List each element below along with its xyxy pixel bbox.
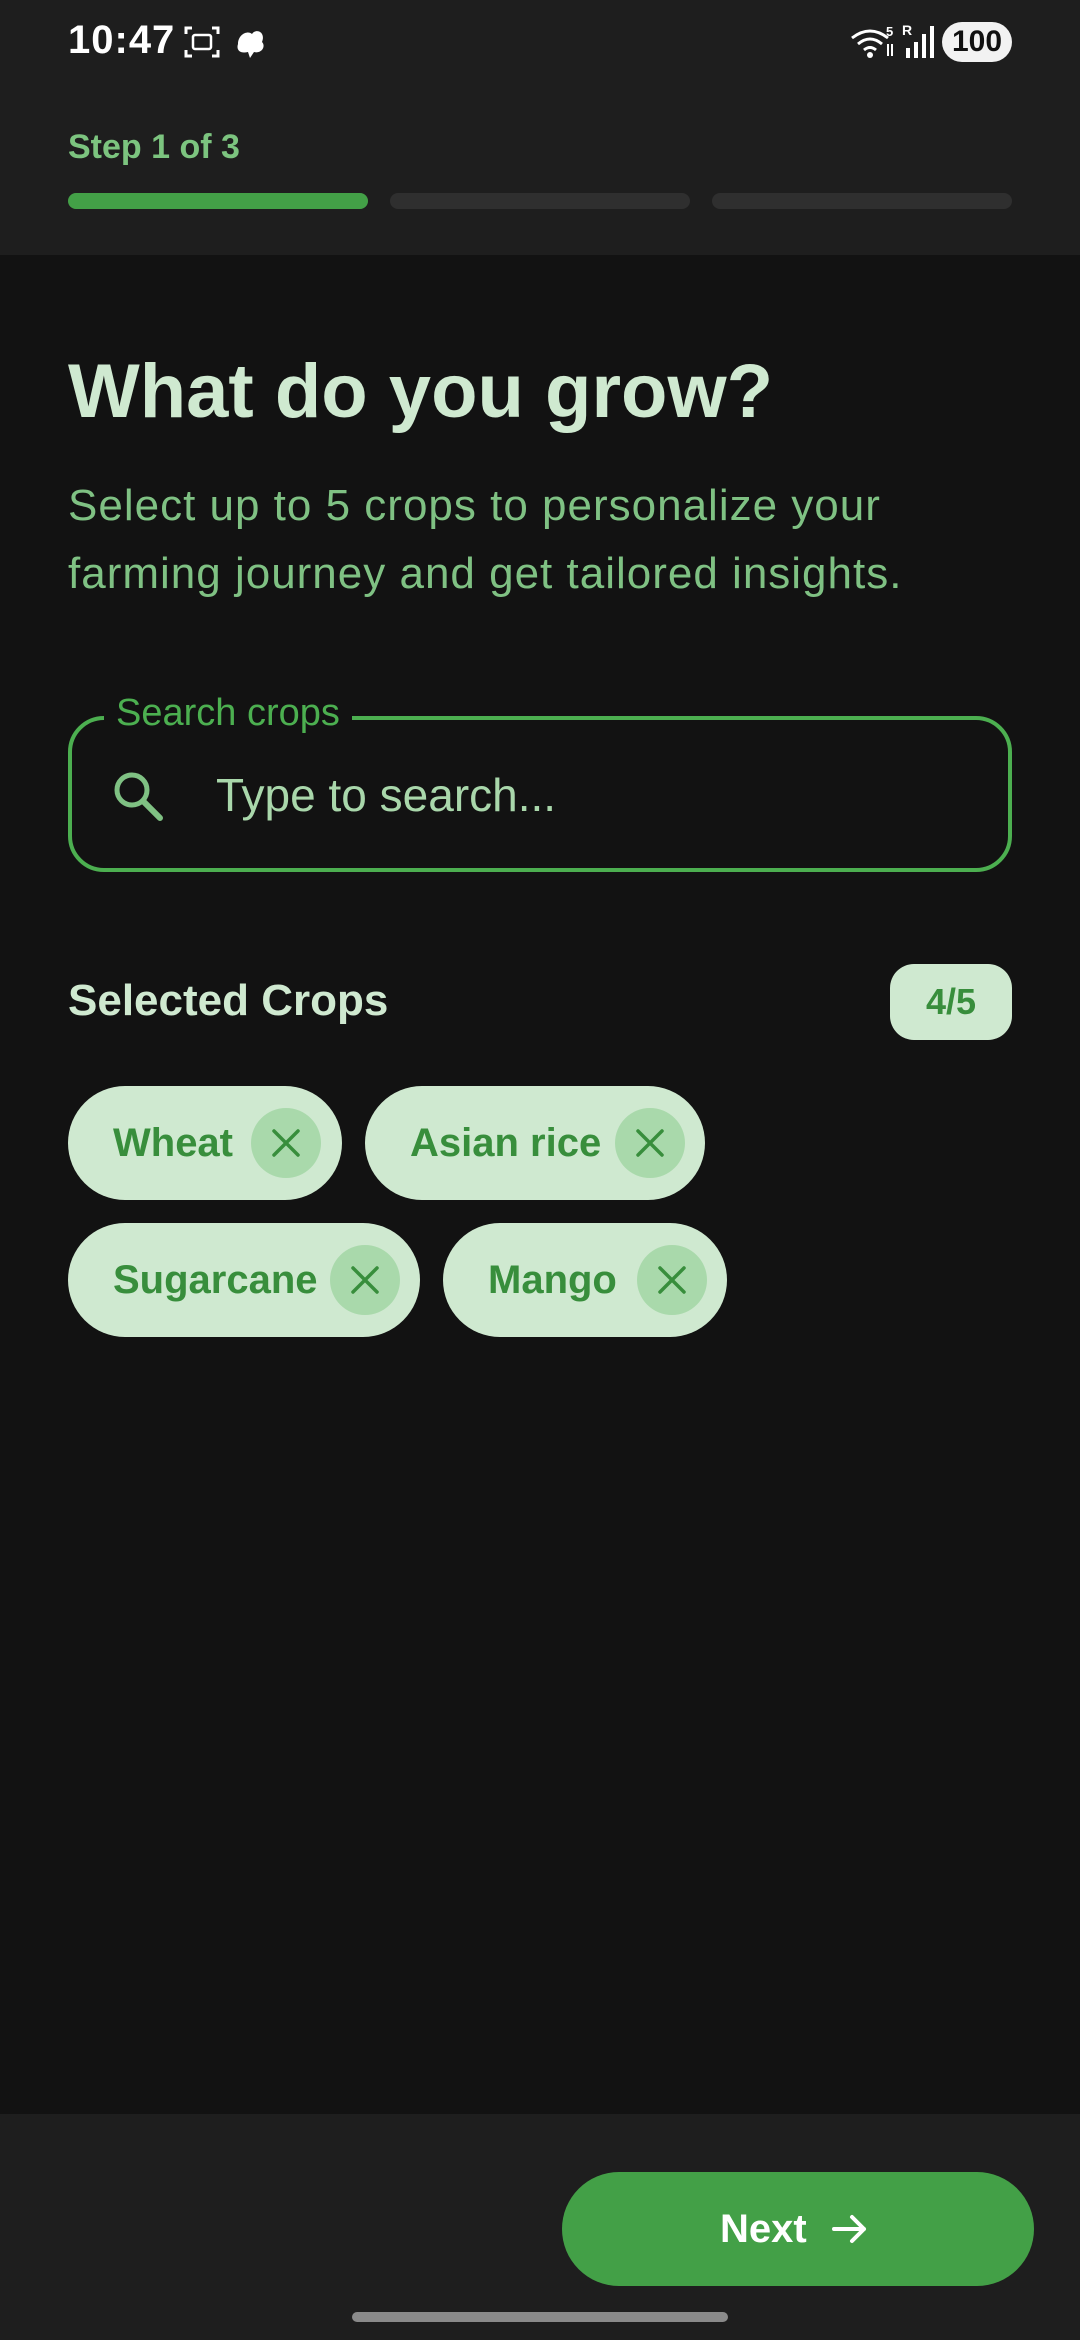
svg-text:R: R bbox=[902, 22, 912, 38]
page-subtitle: Select up to 5 crops to personalize your… bbox=[68, 481, 903, 598]
step-progress bbox=[68, 193, 1012, 209]
progress-segment-2 bbox=[390, 193, 690, 209]
home-indicator[interactable] bbox=[352, 2312, 728, 2322]
status-bar: 10:47 5 R 100 bbox=[0, 0, 1080, 90]
signal-icon: R bbox=[902, 22, 934, 58]
remove-sugarcane-button[interactable] bbox=[330, 1245, 400, 1315]
search-icon bbox=[114, 772, 163, 821]
status-time: 10:47 bbox=[68, 18, 176, 62]
crop-chip-asian-rice: Asian rice bbox=[365, 1086, 705, 1200]
selected-crops-title: Selected Crops bbox=[68, 976, 389, 1025]
close-icon bbox=[658, 1266, 686, 1294]
notification-icon bbox=[237, 31, 264, 58]
remove-asian-rice-button[interactable] bbox=[615, 1108, 685, 1178]
chip-label: Asian rice bbox=[410, 1121, 602, 1165]
close-icon bbox=[272, 1129, 300, 1157]
crop-chip-sugarcane: Sugarcane bbox=[68, 1223, 420, 1337]
wifi-icon: 5 bbox=[851, 24, 893, 58]
onboarding-screen: 10:47 5 R 100 Step 1 of 3 What do you gr… bbox=[0, 0, 1080, 2340]
arrow-right-icon bbox=[832, 2215, 866, 2243]
chip-label: Mango bbox=[488, 1258, 617, 1302]
crop-chip-wheat: Wheat bbox=[68, 1086, 342, 1200]
bottom-bar: Next bbox=[0, 2114, 1080, 2340]
search-label: Search crops bbox=[104, 692, 352, 735]
progress-segment-3 bbox=[712, 193, 1012, 209]
selected-count-badge: 4/5 bbox=[890, 964, 1012, 1040]
remove-mango-button[interactable] bbox=[637, 1245, 707, 1315]
search-field[interactable]: Search crops bbox=[68, 692, 1012, 872]
remove-wheat-button[interactable] bbox=[251, 1108, 321, 1178]
next-label: Next bbox=[720, 2207, 807, 2251]
close-icon bbox=[351, 1266, 379, 1294]
battery-indicator: 100 bbox=[942, 22, 1012, 62]
page-title: What do you grow? bbox=[68, 349, 774, 434]
step-label: Step 1 of 3 bbox=[68, 128, 240, 166]
screenshot-icon bbox=[184, 26, 220, 58]
chip-label: Wheat bbox=[113, 1121, 233, 1165]
crop-chip-mango: Mango bbox=[443, 1223, 727, 1337]
svg-text:5: 5 bbox=[886, 24, 893, 39]
close-icon bbox=[636, 1129, 664, 1157]
top-header: 10:47 5 R 100 Step 1 of 3 bbox=[0, 0, 1080, 255]
chip-label: Sugarcane bbox=[113, 1258, 318, 1302]
next-button[interactable]: Next bbox=[562, 2172, 1034, 2286]
progress-segment-1 bbox=[68, 193, 368, 209]
search-input[interactable] bbox=[216, 760, 976, 830]
